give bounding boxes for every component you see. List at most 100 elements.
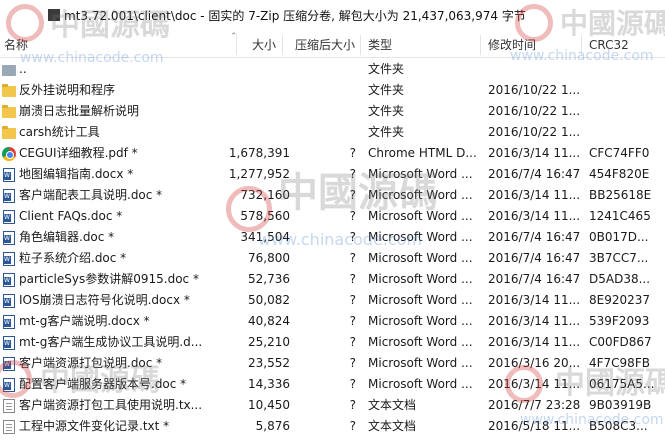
file-type: Microsoft Word ... <box>368 230 473 244</box>
file-type: Microsoft Word ... <box>368 356 473 370</box>
file-name: 角色编辑器.doc * <box>19 230 115 244</box>
column-size[interactable]: 大小 <box>252 32 276 58</box>
file-crc32: B508C3... <box>589 419 648 433</box>
file-crc32: CFC74FF0 <box>589 146 650 160</box>
file-packed-size <box>292 101 356 122</box>
folder-icon <box>2 83 16 98</box>
title-bar: mt3.72.001\client\doc - 固实的 7-Zip 压缩分卷, … <box>0 0 665 30</box>
file-type: Microsoft Word ... <box>368 314 473 328</box>
word-doc-icon <box>2 272 16 287</box>
file-row[interactable]: 地图编辑指南.docx * 1,277,952? Microsoft Word ..… <box>0 164 665 185</box>
word-doc-icon <box>2 188 16 203</box>
word-doc-icon <box>2 356 16 371</box>
file-size: 341,504 <box>240 230 290 244</box>
file-row[interactable]: IOS崩溃日志符号化说明.docx * 50,082? Microsoft Word… <box>0 290 665 311</box>
file-modified: 2016/10/22 1... <box>488 125 581 139</box>
file-name: 崩溃日志批量解析说明 <box>19 104 140 118</box>
file-type: 文本文档 <box>368 398 417 412</box>
file-crc32: 8E920237 <box>589 293 651 307</box>
word-doc-icon <box>2 377 16 392</box>
file-packed-size: ? <box>349 314 356 328</box>
file-packed-size: ? <box>349 209 356 223</box>
column-modified[interactable]: 修改时间 <box>488 32 536 58</box>
file-crc32: 0B017D... <box>589 230 649 244</box>
file-type: Microsoft Word ... <box>368 335 473 349</box>
file-modified: 2016/7/7 23:28 <box>488 398 581 412</box>
text-doc-icon <box>2 398 16 413</box>
file-type: Microsoft Word ... <box>368 293 473 307</box>
file-row[interactable]: 粒子系统介绍.doc * 76,800? Microsoft Word ... 201… <box>0 248 665 269</box>
column-name[interactable]: 名称 <box>4 32 28 58</box>
file-size <box>228 59 290 80</box>
file-row[interactable]: 配置客户端服务器版本号.doc * 14,336? Microsoft Word .… <box>0 374 665 395</box>
file-size: 1,277,952 <box>228 167 290 181</box>
file-row[interactable]: Client FAQs.doc * 578,560? Microsoft Word … <box>0 206 665 227</box>
file-list: .. 文件夹 反外挂说明和程序 文件夹 2016/10/22 1... 崩溃日志批量解析说… <box>0 59 665 437</box>
file-row[interactable]: carsh统计工具 文件夹 2016/10/22 1... <box>0 122 665 143</box>
file-type: 文件夹 <box>368 104 405 118</box>
file-modified: 2016/3/14 11... <box>488 314 581 328</box>
file-row[interactable]: 客户端资源打包说明.doc * 23,552? Microsoft Word ...… <box>0 353 665 374</box>
file-row[interactable]: particleSys参数讲解0915.doc * 52,736? Microsof… <box>0 269 665 290</box>
file-modified: 2016/3/14 11... <box>488 377 581 391</box>
file-name: particleSys参数讲解0915.doc * <box>19 272 199 286</box>
file-size: 25,210 <box>248 335 290 349</box>
word-doc-icon <box>2 251 16 266</box>
file-crc32: BB25618E <box>589 188 652 202</box>
file-row[interactable]: 崩溃日志批量解析说明 文件夹 2016/10/22 1... <box>0 101 665 122</box>
column-packed-size[interactable]: 压缩后大小 <box>295 32 355 58</box>
file-packed-size: ? <box>349 293 356 307</box>
file-modified: 2016/3/14 11... <box>488 293 581 307</box>
file-crc32: 9B03919B <box>589 398 652 412</box>
file-size: 50,082 <box>248 293 290 307</box>
file-packed-size <box>292 122 356 143</box>
folder-icon <box>2 104 16 119</box>
file-modified: 2016/3/16 20... <box>488 356 581 370</box>
file-row[interactable]: mt-g客户端说明.docx * 40,824? Microsoft Word ..… <box>0 311 665 332</box>
text-doc-icon <box>2 419 16 434</box>
file-type: Microsoft Word ... <box>368 251 473 265</box>
file-modified: 2016/7/4 16:47 <box>488 167 581 181</box>
file-packed-size: ? <box>349 146 356 160</box>
file-size <box>228 80 290 101</box>
file-crc32: C00FD867 <box>589 335 652 349</box>
file-name: 工程中源文件变化记录.txt * <box>19 419 170 433</box>
file-row[interactable]: mt-g客户端生成协议工具说明.d... 25,210? Microsoft Wor… <box>0 332 665 353</box>
file-name: 粒子系统介绍.doc * <box>19 251 127 265</box>
file-type: Microsoft Word ... <box>368 272 473 286</box>
chrome-pdf-icon <box>2 146 16 161</box>
file-row[interactable]: 客户端配表工具说明.doc * 732,160? Microsoft Word ..… <box>0 185 665 206</box>
file-modified: 2016/10/22 1... <box>488 83 581 97</box>
file-size: 14,336 <box>248 377 290 391</box>
file-row[interactable]: 角色编辑器.doc * 341,504? Microsoft Word ... 201… <box>0 227 665 248</box>
file-name: CEGUI详细教程.pdf * <box>19 146 138 160</box>
file-packed-size: ? <box>349 272 356 286</box>
file-name: 地图编辑指南.docx * <box>19 167 134 181</box>
file-crc32: 4F7C98FB <box>589 356 650 370</box>
column-header: ⌃ 名称 大小 压缩后大小 类型 修改时间 CRC32 <box>0 32 665 58</box>
file-type: 文本文档 <box>368 419 417 433</box>
file-row[interactable]: .. 文件夹 <box>0 59 665 80</box>
file-size <box>228 101 290 122</box>
file-name: .. <box>19 62 27 76</box>
file-size: 1,678,391 <box>228 146 290 160</box>
file-size <box>228 122 290 143</box>
file-crc32: 454F820E <box>589 167 650 181</box>
file-packed-size: ? <box>349 356 356 370</box>
file-size: 76,800 <box>248 251 290 265</box>
file-type: Microsoft Word ... <box>368 167 473 181</box>
file-row[interactable]: 反外挂说明和程序 文件夹 2016/10/22 1... <box>0 80 665 101</box>
file-modified: 2016/7/4 16:47 <box>488 272 581 286</box>
file-crc32 <box>589 59 665 80</box>
file-name: carsh统计工具 <box>19 125 100 139</box>
file-row[interactable]: 工程中源文件变化记录.txt * 5,876? 文本文档 2016/5/18 11..… <box>0 416 665 437</box>
app-icon <box>48 9 60 21</box>
word-doc-icon <box>2 209 16 224</box>
column-type[interactable]: 类型 <box>368 32 392 58</box>
file-packed-size: ? <box>349 251 356 265</box>
column-crc32[interactable]: CRC32 <box>589 32 629 58</box>
file-row[interactable]: 客户端资源打包工具使用说明.tx... 10,450? 文本文档 2016/7/7 2… <box>0 395 665 416</box>
file-packed-size: ? <box>349 377 356 391</box>
file-row[interactable]: CEGUI详细教程.pdf * 1,678,391? Chrome HTML D..… <box>0 143 665 164</box>
file-name: 客户端资源打包说明.doc * <box>19 356 163 370</box>
